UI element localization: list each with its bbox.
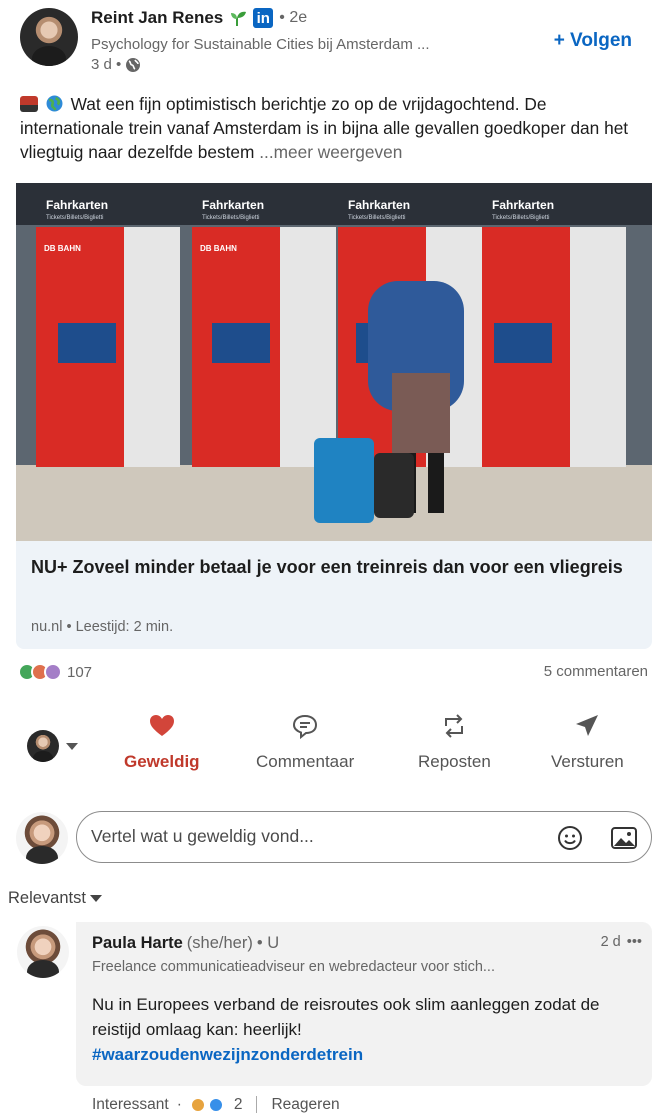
chevron-down-icon[interactable] [66, 743, 78, 750]
image-sign-sub-2: Tickets/Billets/Biglietti [202, 215, 259, 221]
article-card[interactable]: Fahrkarten Fahrkarten Fahrkarten Fahrkar… [16, 183, 652, 649]
insightful-reaction-icon [189, 1097, 206, 1113]
post-text: Wat een fijn optimistisch berichtje zo o… [20, 92, 640, 164]
image-sign-sub-1: Tickets/Billets/Biglietti [46, 215, 103, 221]
comment-author-avatar[interactable] [17, 926, 69, 978]
connection-degree: • 2e [279, 9, 308, 26]
image-sign-3: Fahrkarten [348, 198, 410, 212]
send-button[interactable]: Versturen [551, 712, 624, 772]
comment-author-pronoun: (she/her) [186, 934, 253, 952]
send-label: Versturen [551, 752, 624, 771]
article-title[interactable]: NU+ Zoveel minder betaal je voor een tre… [31, 554, 631, 580]
author-name[interactable]: Reint Jan Renes [91, 8, 223, 28]
repost-label: Reposten [418, 752, 491, 771]
like-button[interactable]: Geweldig [124, 712, 200, 772]
comment-author-headline: Freelance communicatieadviseur en webred… [92, 959, 495, 975]
comments-count[interactable]: 5 commentaren [544, 663, 648, 680]
author-avatar[interactable] [20, 8, 78, 66]
globe-icon [126, 57, 141, 72]
comment-text: Nu in Europees verband de reisroutes ook… [92, 992, 632, 1067]
reply-button[interactable]: Reageren [271, 1096, 339, 1113]
more-options-icon[interactable]: ••• [627, 934, 642, 950]
image-icon[interactable] [610, 825, 638, 851]
comment-author-line: Paula Harte (she/her) • U [92, 934, 279, 953]
like-label: Geweldig [124, 752, 200, 771]
article-source: nu.nl • Leestijd: 2 min. [31, 619, 174, 635]
comment-body: Nu in Europees verband de reisroutes ook… [92, 995, 600, 1039]
train-emoji-icon [20, 96, 38, 112]
author-headline: Psychology for Sustainable Cities bij Am… [91, 36, 430, 53]
repost-button[interactable]: Reposten [418, 712, 491, 772]
comment-reaction-count[interactable]: 2 [234, 1096, 243, 1113]
comment-icon [293, 714, 318, 740]
sort-label: Relevantst [8, 889, 86, 907]
comment-actions: Interessant · 2 Reageren [92, 1096, 340, 1113]
sort-dropdown[interactable]: Relevantst [8, 889, 102, 908]
post-meta: 3 d • [91, 56, 141, 73]
like-reaction-icon [207, 1097, 224, 1113]
repost-icon [445, 714, 464, 738]
author-line: Reint Jan Renes in • 2e [91, 8, 307, 28]
commenter-avatar[interactable] [16, 812, 68, 864]
image-sign-1: Fahrkarten [46, 198, 108, 212]
image-sign-sub-3: Tickets/Billets/Biglietti [348, 215, 405, 221]
comment-reaction-separator: · [176, 1096, 182, 1113]
post-time: 3 d • [91, 56, 122, 73]
comment-author-name[interactable]: Paula Harte [92, 934, 183, 953]
image-brand-2: DB BAHN [200, 244, 237, 253]
comment-meta: 2 d ••• [601, 934, 642, 950]
comment-author-degree: • U [256, 934, 280, 952]
linkedin-premium-icon: in [253, 8, 274, 28]
comment-label: Commentaar [256, 752, 355, 771]
see-more-link[interactable]: ...meer weergeven [259, 142, 402, 162]
heart-icon [149, 715, 174, 736]
image-sign-4: Fahrkarten [492, 198, 554, 212]
comment-button[interactable]: Commentaar [256, 712, 354, 772]
image-sign-sub-4: Tickets/Billets/Biglietti [492, 215, 549, 221]
comment-hashtag[interactable]: #waarzoudenwezijnzonderdetrein [92, 1045, 363, 1064]
chevron-down-icon [89, 895, 102, 902]
reactions-summary[interactable]: 107 [18, 663, 92, 681]
comment-time: 2 d [600, 934, 621, 950]
reactions-count: 107 [67, 663, 93, 681]
comment-box[interactable] [76, 811, 652, 863]
comment-item: Paula Harte (she/her) • U 2 d ••• Freela… [76, 922, 652, 1086]
follow-button[interactable]: + Volgen [554, 30, 632, 52]
divider [256, 1096, 258, 1113]
comment-input[interactable] [91, 826, 531, 847]
actor-avatar[interactable] [27, 730, 59, 762]
smiley-icon[interactable] [557, 825, 583, 851]
image-sign-2: Fahrkarten [202, 198, 264, 212]
globe-emoji-icon [46, 95, 63, 112]
comment-reaction-button[interactable]: Interessant [92, 1096, 169, 1113]
image-brand-1: DB BAHN [44, 244, 81, 253]
send-icon [576, 715, 599, 736]
article-image[interactable]: Fahrkarten Fahrkarten Fahrkarten Fahrkar… [16, 183, 652, 541]
support-reaction-icon [44, 663, 62, 681]
sprout-icon [231, 11, 247, 26]
